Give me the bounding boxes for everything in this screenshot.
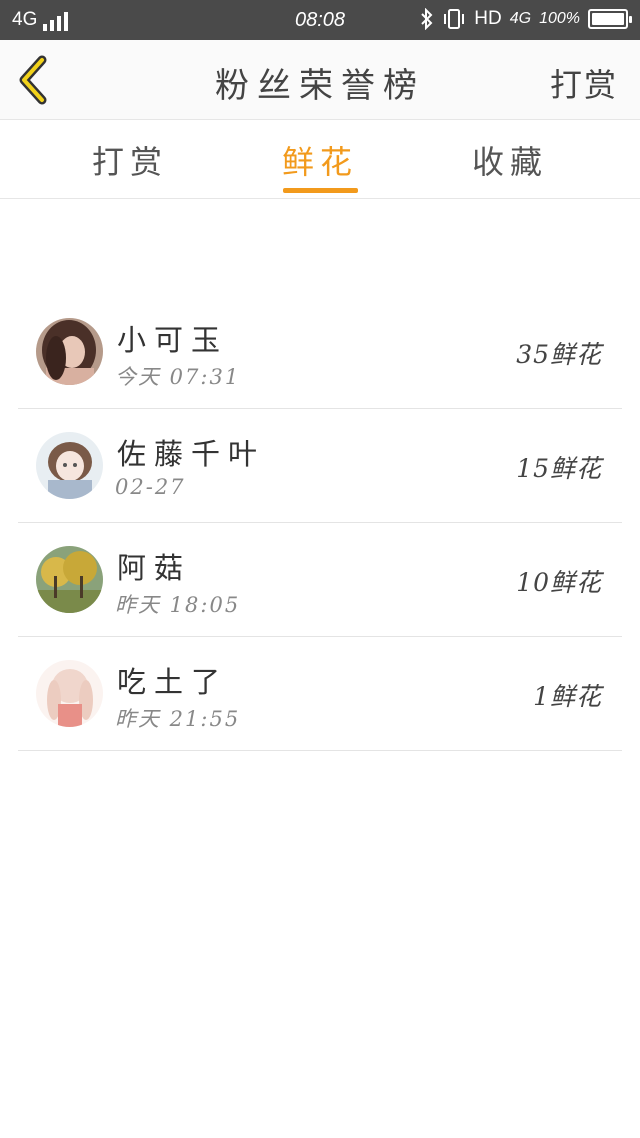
avatar: [36, 432, 103, 499]
hd-label: HD: [474, 8, 502, 29]
status-bar: 4G 08:08 HD 4G 100%: [0, 0, 640, 40]
user-name: 吃土了: [117, 665, 229, 699]
avatar: [36, 546, 103, 613]
battery-percent: 100%: [539, 10, 580, 27]
user-name: 小可玉: [117, 323, 229, 357]
battery-level: [592, 13, 624, 25]
battery-icon: [588, 9, 632, 29]
list-item[interactable]: 吃土了 昨天 21:55 1鲜花: [18, 637, 622, 751]
flower-count: 35鲜花: [516, 340, 602, 369]
tab-reward[interactable]: 打赏: [50, 137, 210, 183]
page-title: 粉丝荣誉榜: [215, 66, 425, 106]
tab-flowers[interactable]: 鲜花: [240, 137, 400, 183]
timestamp: 今天 07:31: [115, 365, 241, 389]
fan-list: 小可玉 今天 07:31 35鲜花 佐藤千叶 02-27 15鲜花 阿菇 昨天 …: [18, 295, 622, 751]
bluetooth-icon: [421, 8, 433, 30]
avatar: [36, 318, 103, 385]
list-item[interactable]: 阿菇 昨天 18:05 10鲜花: [18, 523, 622, 637]
flower-count: 15鲜花: [516, 454, 602, 483]
avatar: [36, 660, 103, 727]
tab-active-indicator: [283, 188, 358, 193]
network-right-label: 4G: [509, 10, 532, 27]
tab-favorites[interactable]: 收藏: [430, 137, 590, 183]
title-bar: 粉丝荣誉榜 打赏: [0, 40, 640, 120]
user-name: 阿菇: [117, 551, 192, 585]
flower-count: 1鲜花: [533, 682, 602, 711]
timestamp: 昨天 18:05: [115, 593, 241, 617]
timestamp: 昨天 21:55: [115, 707, 241, 731]
timestamp: 02-27: [115, 475, 186, 499]
list-item[interactable]: 佐藤千叶 02-27 15鲜花: [18, 409, 622, 523]
status-right: HD 4G 100%: [420, 8, 632, 30]
list-item[interactable]: 小可玉 今天 07:31 35鲜花: [18, 295, 622, 409]
user-name: 佐藤千叶: [117, 437, 266, 471]
reward-button[interactable]: 打赏: [550, 60, 618, 106]
vibrate-icon: [444, 9, 465, 29]
tab-bar: 打赏 鲜花 收藏: [0, 121, 640, 199]
flower-count: 10鲜花: [516, 568, 602, 597]
